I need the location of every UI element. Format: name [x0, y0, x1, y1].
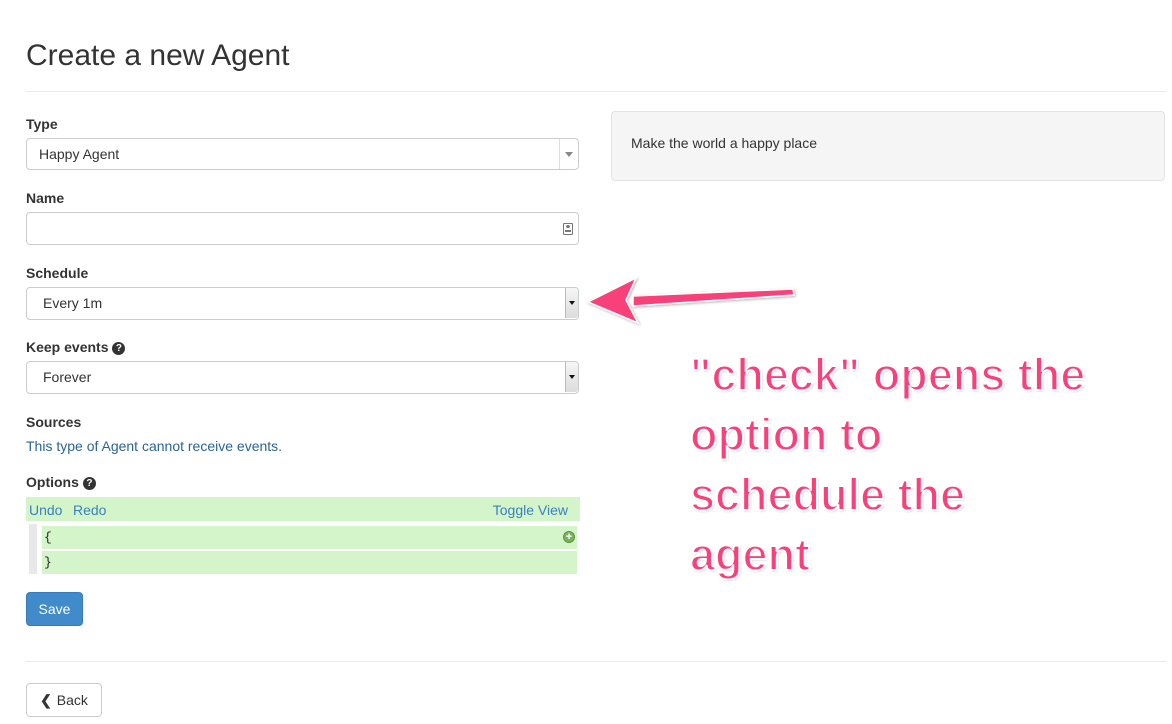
- annotation-line: option to: [689, 408, 883, 461]
- annotation-line: schedule the: [689, 468, 966, 521]
- annotation-text: "check" opens the option to schedule the…: [689, 345, 1160, 585]
- annotation-line: "check" opens the: [689, 348, 1086, 401]
- annotation-line: agent: [689, 528, 811, 581]
